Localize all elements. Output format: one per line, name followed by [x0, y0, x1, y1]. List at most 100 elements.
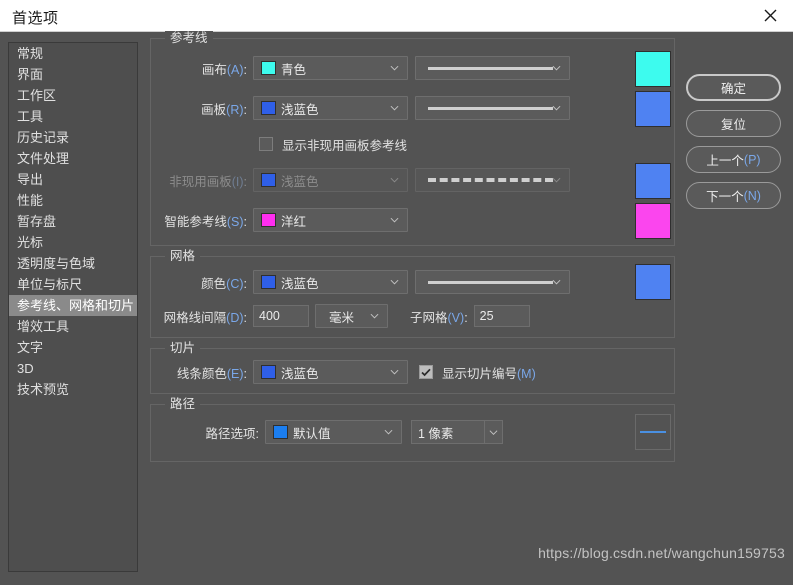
sidebar-item-general[interactable]: 常规 [9, 43, 137, 64]
sidebar-item-technology-previews[interactable]: 技术预览 [9, 379, 137, 400]
gridline-every-label: 网格线间隔(D): [163, 310, 247, 325]
chevron-down-icon [390, 278, 399, 287]
grid-color-combo[interactable]: 浅蓝色 [253, 270, 408, 294]
guides-artboard-style-combo[interactable] [415, 96, 570, 120]
slices-line-color-name: 浅蓝色 [281, 366, 319, 381]
line-style-solid-preview [428, 106, 553, 110]
chevron-down-icon [489, 428, 498, 437]
slices-line-color-swatch [261, 365, 276, 379]
window-titlebar: 首选项 [0, 0, 793, 32]
sidebar-item-3d[interactable]: 3D [9, 358, 137, 379]
guides-artboard-color-combo[interactable]: 浅蓝色 [253, 96, 408, 120]
subdivisions-input[interactable] [473, 305, 530, 327]
dialog-button-column: 确定 复位 上一个 (P) 下一个 (N) [686, 74, 782, 218]
chevron-down-icon [390, 368, 399, 377]
path-width-value: 1 像素 [411, 420, 484, 444]
guides-canvas-color-combo[interactable]: 青色 [253, 56, 408, 80]
guides-inactive-artboard-style-combo[interactable] [415, 168, 570, 192]
guides-smart-row: 智能参考线(S): 洋红 [161, 203, 671, 239]
grid-group: 网格 颜色(C): 浅蓝色 网格线间隔(D): 400 毫米 子网格(V): 2… [150, 249, 675, 338]
slices-group: 切片 线条颜色(E): 浅蓝色 显示切片编号(M) [150, 341, 675, 394]
path-options-combo[interactable]: 默认值 [265, 420, 402, 444]
guides-canvas-color-chip[interactable] [635, 51, 671, 87]
sidebar-item-interface[interactable]: 界面 [9, 64, 137, 85]
sidebar-item-file-handling[interactable]: 文件处理 [9, 148, 137, 169]
show-inactive-artboard-guides-checkbox[interactable]: 显示非现用画板参考线 [259, 135, 407, 154]
chevron-down-icon [390, 176, 399, 185]
show-inactive-artboard-guides-label: 显示非现用画板参考线 [282, 138, 408, 153]
guides-show-inactive-row: 显示非现用画板参考线 [161, 131, 664, 157]
guides-smart-color-swatch [261, 213, 276, 227]
guides-artboard-color-chip[interactable] [635, 91, 671, 127]
guides-inactive-artboard-color-chip[interactable] [635, 163, 671, 199]
guides-canvas-color-swatch [261, 61, 276, 75]
show-slice-numbers-label: 显示切片编号(M) [442, 366, 536, 381]
gridline-unit-combo[interactable]: 毫米 [315, 304, 388, 328]
sidebar-item-history[interactable]: 历史记录 [9, 127, 137, 148]
guides-smart-label: 智能参考线(S): [164, 214, 247, 229]
show-slice-numbers-checkbox[interactable]: 显示切片编号(M) [419, 363, 536, 382]
guides-canvas-color-name: 青色 [281, 62, 307, 77]
guides-inactive-artboard-row: 非现用画板(I): 浅蓝色 [161, 163, 671, 199]
sidebar-item-performance[interactable]: 性能 [9, 190, 137, 211]
path-width-spin[interactable]: 1 像素 [411, 420, 503, 444]
guides-canvas-style-combo[interactable] [415, 56, 570, 80]
grid-color-swatch [261, 275, 276, 289]
sidebar-item-export[interactable]: 导出 [9, 169, 137, 190]
path-options-value: 默认值 [293, 426, 331, 441]
guides-artboard-row: 画板(R): 浅蓝色 [161, 91, 671, 127]
guides-artboard-color-swatch [261, 101, 276, 115]
chevron-down-icon [552, 176, 561, 185]
sidebar-item-tools[interactable]: 工具 [9, 106, 137, 127]
sidebar-item-type[interactable]: 文字 [9, 337, 137, 358]
path-options-label: 路径选项: [205, 426, 260, 441]
slices-line-color-row: 线条颜色(E): 浅蓝色 显示切片编号(M) [161, 359, 664, 385]
paths-group: 路径 路径选项: 默认值 1 像素 [150, 397, 675, 462]
window-title: 首选项 [12, 10, 59, 27]
grid-color-label: 颜色(C): [201, 276, 247, 291]
guides-canvas-label: 画布(A): [201, 62, 247, 77]
path-preview-chip [635, 414, 671, 450]
sidebar-item-scratch-disks[interactable]: 暂存盘 [9, 211, 137, 232]
path-preview-line [640, 431, 666, 433]
chevron-down-icon [390, 216, 399, 225]
slices-line-color-label: 线条颜色(E): [176, 366, 247, 381]
checkbox-box [259, 137, 273, 151]
watermark-text: https://blog.csdn.net/wangchun159753 [538, 545, 785, 561]
grid-color-row: 颜色(C): 浅蓝色 [161, 264, 671, 300]
guides-smart-color-combo[interactable]: 洋红 [253, 208, 408, 232]
reset-button[interactable]: 复位 [686, 110, 781, 137]
sidebar-item-workspace[interactable]: 工作区 [9, 85, 137, 106]
sidebar-item-transparency-gamut[interactable]: 透明度与色域 [9, 253, 137, 274]
chevron-down-icon [390, 64, 399, 73]
grid-color-chip[interactable] [635, 264, 671, 300]
gridline-unit-value: 毫米 [329, 310, 355, 325]
preferences-main-panel: 参考线 画布(A): 青色 画板(R): 浅蓝色 显示非现用画板参考线 非现用画… [150, 31, 675, 578]
sidebar-item-cursors[interactable]: 光标 [9, 232, 137, 253]
sidebar-item-guides-grid-slices[interactable]: 参考线、网格和切片 [9, 295, 137, 316]
guides-inactive-artboard-color-swatch [261, 173, 276, 187]
guides-canvas-row: 画布(A): 青色 [161, 51, 671, 87]
slices-line-color-combo[interactable]: 浅蓝色 [253, 360, 408, 384]
path-width-dropdown-button[interactable] [484, 420, 503, 444]
guides-group: 参考线 画布(A): 青色 画板(R): 浅蓝色 显示非现用画板参考线 非现用画… [150, 31, 675, 246]
grid-style-combo[interactable] [415, 270, 570, 294]
preferences-dialog-body: 常规 界面 工作区 工具 历史记录 文件处理 导出 性能 暂存盘 光标 透明度与… [0, 31, 793, 585]
close-button[interactable] [747, 0, 793, 31]
guides-artboard-color-name: 浅蓝色 [281, 102, 319, 117]
next-button[interactable]: 下一个 (N) [686, 182, 781, 209]
previous-button[interactable]: 上一个 (P) [686, 146, 781, 173]
grid-color-name: 浅蓝色 [281, 276, 319, 291]
guides-smart-color-chip[interactable] [635, 203, 671, 239]
category-sidebar[interactable]: 常规 界面 工作区 工具 历史记录 文件处理 导出 性能 暂存盘 光标 透明度与… [8, 42, 138, 572]
guides-inactive-artboard-color-combo[interactable]: 浅蓝色 [253, 168, 408, 192]
guides-smart-color-name: 洋红 [281, 214, 307, 229]
sidebar-item-units-rulers[interactable]: 单位与标尺 [9, 274, 137, 295]
subdivisions-label: 子网格(V): [410, 310, 468, 325]
chevron-down-icon [552, 64, 561, 73]
chevron-down-icon [552, 104, 561, 113]
sidebar-item-plugins[interactable]: 增效工具 [9, 316, 137, 337]
gridline-every-input[interactable] [253, 305, 309, 327]
guides-inactive-artboard-color-name: 浅蓝色 [281, 174, 319, 189]
ok-button[interactable]: 确定 [686, 74, 781, 101]
